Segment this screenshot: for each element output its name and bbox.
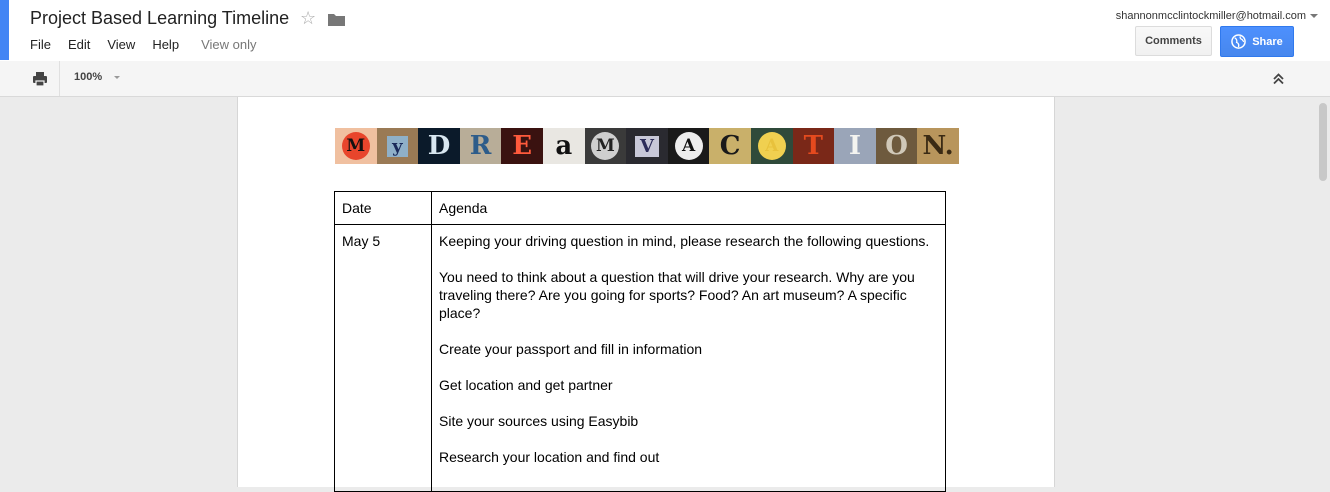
banner-letter-tile: M xyxy=(584,128,627,164)
banner-letter: A xyxy=(674,132,703,160)
banner-letter-tile: E xyxy=(501,128,543,164)
collapse-icon[interactable] xyxy=(1272,72,1285,85)
share-button[interactable]: Share xyxy=(1220,26,1294,57)
banner-letter: T xyxy=(803,131,823,161)
agenda-paragraph: Site your sources using Easybib xyxy=(439,413,639,429)
banner-letter-tile: V xyxy=(626,128,668,164)
menu-file[interactable]: File xyxy=(30,37,51,52)
zoom-value: 100% xyxy=(74,71,103,83)
banner-image: My D R Ea M V A C A T I O N. xyxy=(335,128,959,164)
banner-letter: I xyxy=(848,131,861,161)
banner-letter: C xyxy=(719,131,741,161)
banner-letter: N. xyxy=(922,131,954,161)
app-header: Project Based Learning Timeline ☆ File E… xyxy=(0,0,1330,62)
table-row: May 5 Keeping your driving question in mi… xyxy=(334,224,946,492)
share-button-label: Share xyxy=(1252,35,1283,48)
agenda-paragraph: Keeping your driving question in mind, p… xyxy=(439,233,930,249)
banner-letter-tile: O xyxy=(875,128,918,164)
zoom-select[interactable]: 100% xyxy=(74,71,121,83)
toolbar: 100% xyxy=(0,61,1330,97)
banner-letter: a xyxy=(555,131,573,161)
comments-button-label: Comments xyxy=(1145,35,1202,47)
globe-icon xyxy=(1231,34,1247,49)
date-cell: May 5 xyxy=(334,224,432,492)
agenda-paragraph: Research your location and find out xyxy=(439,449,660,465)
account-email[interactable]: shannonmcclintockmiller@hotmail.com xyxy=(1116,10,1306,22)
banner-letter: M xyxy=(341,132,370,160)
table-header-row: Date Agenda xyxy=(334,191,946,225)
menu-view[interactable]: View xyxy=(107,37,135,52)
app-accent-bar xyxy=(0,0,9,60)
banner-letter: D xyxy=(427,131,451,161)
agenda-table: Date Agenda May 5 Keeping your driving ques… xyxy=(334,191,946,492)
view-only-label: View only xyxy=(201,37,257,52)
header-agenda: Agenda xyxy=(431,191,946,225)
banner-letter-tile: y xyxy=(376,128,419,164)
banner-letter: A xyxy=(757,132,786,160)
banner-letter-tile: N. xyxy=(917,128,959,164)
document-title[interactable]: Project Based Learning Timeline xyxy=(30,8,289,29)
banner-letter-tile: I xyxy=(834,128,876,164)
banner-letter-tile: R xyxy=(459,128,502,164)
banner-letter: y xyxy=(387,135,408,157)
chevron-down-icon[interactable] xyxy=(1310,14,1318,18)
agenda-paragraph: Get location and get partner xyxy=(439,377,613,393)
menu-edit[interactable]: Edit xyxy=(68,37,90,52)
banner-letter: R xyxy=(469,131,492,161)
banner-letter-tile: C xyxy=(709,128,751,164)
folder-icon[interactable] xyxy=(328,13,345,26)
agenda-cell: Keeping your driving question in mind, p… xyxy=(431,224,946,492)
toolbar-divider xyxy=(59,61,60,96)
scrollbar-thumb[interactable] xyxy=(1319,103,1327,181)
banner-letter-tile: A xyxy=(667,128,710,164)
star-icon[interactable]: ☆ xyxy=(300,8,316,29)
print-icon[interactable] xyxy=(31,70,49,88)
banner-letter: M xyxy=(591,132,620,160)
header-date: Date xyxy=(334,191,432,225)
chevron-down-icon xyxy=(114,75,121,79)
menu-bar: File Edit View Help View only xyxy=(30,37,256,52)
comments-button[interactable]: Comments xyxy=(1135,26,1212,56)
agenda-paragraph: You need to think about a question that … xyxy=(439,269,915,321)
vertical-scrollbar[interactable] xyxy=(1316,97,1330,476)
banner-letter-tile: A xyxy=(750,128,793,164)
banner-letter-tile: T xyxy=(792,128,835,164)
banner-letter: O xyxy=(885,131,908,161)
agenda-paragraph: Create your passport and fill in informa… xyxy=(439,341,703,357)
menu-help[interactable]: Help xyxy=(152,37,179,52)
banner-letter-tile: a xyxy=(542,128,585,164)
banner-letter-tile: M xyxy=(335,128,377,164)
banner-letter: E xyxy=(512,131,533,161)
document-page: My D R Ea M V A C A T I O N. Date Agenda May 5 Keeping … xyxy=(237,97,1055,492)
banner-letter-tile: D xyxy=(418,128,460,164)
banner-letter: V xyxy=(634,135,659,157)
